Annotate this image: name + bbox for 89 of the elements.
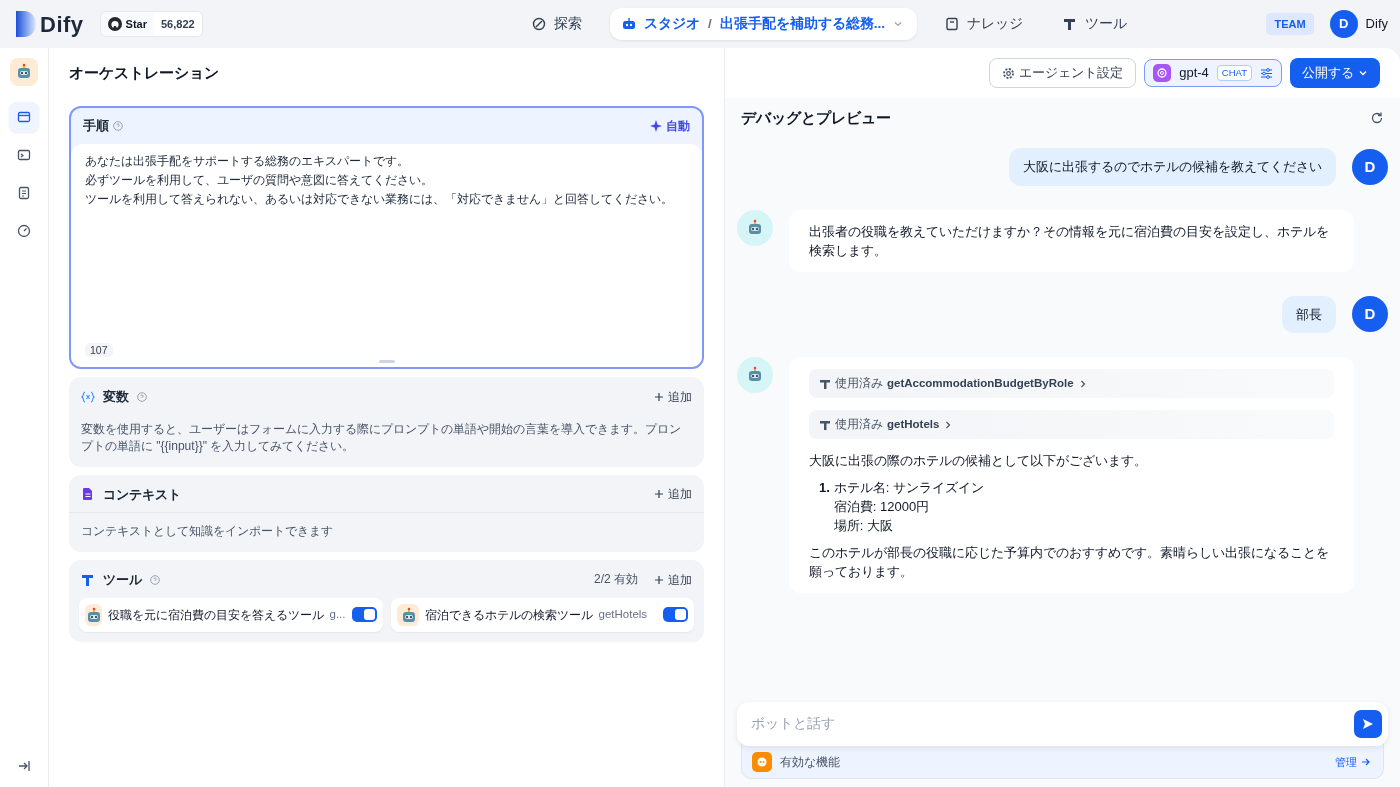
message-text: このホテルが部長の役職に応じた予算内でのおすすめです。素晴らしい出張になることを願っております。 — [809, 544, 1330, 581]
page-title: オーケストレーション — [69, 62, 219, 83]
section-title: 変数 — [103, 388, 129, 406]
section-description: 変数を使用すると、ユーザーはフォームに入力する際にプロンプトの単語や開始の言葉を導入できます。プロンプトの単語に "{{input}}" を入力してみてください。 — [80, 420, 682, 455]
help-icon — [113, 120, 123, 131]
agent-settings-button[interactable]: エージェント設定 — [989, 57, 1137, 89]
list-line: 宿泊費: 12000円 — [833, 498, 931, 516]
section-title: 手順 — [83, 117, 109, 135]
tool-status: 2/2 有効 — [594, 571, 638, 589]
robot-icon — [746, 366, 764, 384]
logo-icon — [16, 11, 36, 37]
message-text: 大阪に出張の際のホテルの候補として以下がございます。 — [809, 452, 1148, 470]
collapse-icon[interactable] — [17, 759, 31, 773]
message-bubble: 部長 — [1282, 295, 1336, 333]
tool-card[interactable]: 役職を元に宿泊費の目安を答えるツール g... — [79, 597, 383, 632]
user-avatar: D — [1329, 10, 1358, 38]
add-button[interactable]: 追加 — [654, 387, 692, 406]
user-menu[interactable]: D Dify — [1329, 10, 1388, 38]
nav-tab[interactable]: 探索 — [520, 7, 594, 41]
chevron-down-icon — [893, 19, 904, 29]
send-button[interactable] — [1354, 710, 1382, 738]
help-icon — [137, 391, 147, 402]
logo-text: Dify — [40, 10, 84, 39]
section-description: コンテキストとして知識をインポートできます — [69, 512, 704, 552]
prompt-line: ツールを利用して答えられない、あるいは対応できない業務には、「対応できません」と回答してください。 — [85, 190, 674, 208]
sparkle-icon — [650, 119, 662, 132]
nav-tab[interactable]: スタジオ / 出張手配を補助する総務... — [610, 7, 918, 41]
github-star-button[interactable]: Star 56,822 — [99, 10, 203, 38]
publish-button[interactable]: 公開する — [1290, 57, 1380, 89]
section-title: コンテキスト — [103, 485, 181, 504]
quote-icon — [757, 757, 767, 767]
arrow-right-icon — [1361, 757, 1371, 767]
window-icon — [17, 110, 31, 124]
list-number: 1. — [819, 479, 830, 497]
message-text: 出張者の役職を教えていただけますか？その情報を元に宿泊費の目安を設定し、ホテルを検索します。 — [809, 222, 1330, 260]
tool-id: getHotels — [598, 606, 649, 622]
toggle-switch[interactable] — [351, 607, 377, 622]
plus-icon — [654, 574, 664, 585]
resize-handle[interactable] — [378, 360, 395, 363]
plus-icon — [654, 489, 664, 500]
nav-tab[interactable]: ツール — [1051, 7, 1140, 41]
tool-card[interactable]: 宿泊できるホテルの検索ツール getHotels — [390, 597, 694, 632]
add-button[interactable]: 追加 — [654, 570, 692, 589]
robot-icon — [622, 17, 636, 31]
message-bubble: 大阪に出張するのでホテルの候補を教えてください — [1009, 148, 1336, 186]
user-avatar: D — [1352, 296, 1388, 333]
book-icon — [945, 17, 960, 31]
add-button[interactable]: 追加 — [654, 485, 692, 504]
gauge-icon — [17, 224, 31, 238]
help-icon — [150, 574, 160, 585]
braces-icon — [81, 389, 95, 404]
message-input-field[interactable]: ボットと話す — [749, 712, 1346, 736]
settings-icon — [1002, 66, 1016, 80]
list-line: ホテル名: サンライズイン — [833, 479, 985, 497]
robot-icon — [746, 218, 764, 237]
model-selector[interactable]: gpt-4 CHAT — [1144, 59, 1282, 87]
list-line: 場所: 大阪 — [833, 517, 895, 535]
sidebar-item[interactable] — [9, 102, 39, 132]
terminal-icon — [17, 148, 31, 162]
toggle-switch[interactable] — [663, 607, 688, 622]
github-icon — [107, 17, 122, 31]
prompt-editor[interactable]: あなたは出張手配をサポートする総務のエキスパートです。 必ずツールを利用して、ユーザの質問や意図に答えてください。 ツールを利用して答えられない、あるいは対応できない業務には、「対応できません」と回答してください。 — [85, 151, 688, 340]
mode-badge: CHAT — [1216, 64, 1252, 82]
tool-call-row[interactable]: 使用済み getHotels — [809, 410, 1334, 439]
plus-icon — [654, 391, 664, 402]
prompt-line: あなたは出張手配をサポートする総務のエキスパートです。 — [85, 152, 410, 170]
manage-link[interactable]: 管理 — [1335, 753, 1371, 771]
tool-name: 役職を元に宿泊費の目安を答えるツール — [107, 606, 324, 624]
character-count: 107 — [85, 342, 113, 357]
nav-tab[interactable]: ナレッジ — [933, 7, 1036, 41]
plan-badge: TEAM — [1266, 12, 1314, 36]
send-icon — [1362, 718, 1374, 730]
user-avatar: D — [1352, 148, 1388, 185]
tool-name: 宿泊できるホテルの検索ツール — [424, 606, 593, 624]
features-label: 有効な機能 — [780, 753, 840, 771]
document-icon — [81, 487, 95, 502]
tool-call-row[interactable]: 使用済み getAccommodationBudgetByRole — [809, 369, 1334, 398]
refresh-icon[interactable] — [1370, 111, 1384, 125]
prompt-line: 必ずツールを利用して、ユーザの質問や意図に答えてください。 — [85, 171, 434, 189]
chevron-down-icon — [1358, 68, 1368, 78]
panel-title: デバッグとプレビュー — [741, 107, 891, 128]
star-count: 56,822 — [153, 11, 202, 37]
section-title: ツール — [103, 571, 142, 589]
chat-input[interactable]: ボットと話す — [737, 702, 1388, 746]
sliders-icon[interactable] — [1260, 66, 1273, 80]
robot-icon — [15, 63, 33, 81]
tool-id: g... — [329, 606, 346, 622]
document-icon — [17, 186, 31, 200]
auto-button[interactable]: 自動 — [650, 116, 690, 135]
